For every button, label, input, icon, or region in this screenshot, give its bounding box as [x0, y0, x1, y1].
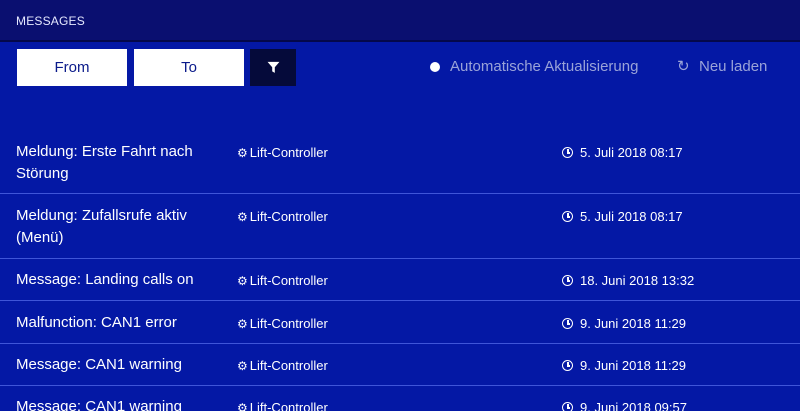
message-time-label: 5. Juli 2018 08:17	[580, 145, 683, 160]
message-row[interactable]: Message: CAN1 warning ⚙ Lift-Controller …	[0, 386, 800, 411]
refresh-icon: ↻	[677, 58, 690, 75]
message-source-label: Lift-Controller	[249, 145, 328, 160]
message-text: Message: CAN1 warning	[16, 356, 182, 373]
message-time-label: 18. Juni 2018 13:32	[580, 273, 695, 288]
clock-icon	[562, 147, 573, 158]
gear-icon: ⚙	[237, 273, 248, 288]
message-source: ⚙ Lift-Controller	[237, 273, 328, 288]
message-row[interactable]: Malfunction: CAN1 error ⚙ Lift-Controlle…	[0, 301, 800, 344]
message-time: 9. Juni 2018 11:29	[562, 316, 686, 331]
auto-refresh-toggle[interactable]: Automatische Aktualisierung	[430, 58, 638, 75]
message-source-label: Lift-Controller	[249, 316, 328, 331]
message-row[interactable]: Message: Landing calls on ⚙ Lift-Control…	[0, 259, 800, 301]
radio-dot-icon	[430, 61, 440, 72]
message-source-label: Lift-Controller	[249, 209, 328, 224]
gear-icon: ⚙	[237, 209, 248, 224]
from-date-button[interactable]: From	[17, 49, 127, 86]
message-source-label: Lift-Controller	[249, 273, 328, 288]
gear-icon: ⚙	[237, 145, 248, 160]
header-bar: MESSAGES	[0, 0, 800, 42]
message-text: Malfunction: CAN1 error	[16, 314, 177, 331]
message-time: 5. Juli 2018 08:17	[562, 145, 683, 160]
clock-icon	[562, 318, 573, 329]
message-list: Meldung: Erste Fahrt nach Störung ⚙ Lift…	[0, 130, 800, 411]
reload-button[interactable]: ↻ Neu laden	[677, 57, 768, 76]
message-row[interactable]: Meldung: Erste Fahrt nach Störung ⚙ Lift…	[0, 130, 800, 194]
to-date-button[interactable]: To	[134, 49, 244, 86]
messages-app: MESSAGES From To Automatische Aktualisie…	[0, 0, 800, 411]
message-time: 5. Juli 2018 08:17	[562, 209, 683, 224]
page-title: MESSAGES	[16, 14, 85, 28]
message-time-label: 5. Juli 2018 08:17	[580, 209, 683, 224]
clock-icon	[562, 211, 573, 222]
message-time-label: 9. Juni 2018 09:57	[580, 400, 687, 411]
auto-refresh-label: Automatische Aktualisierung	[450, 58, 639, 75]
message-text: Message: Landing calls on	[16, 271, 194, 288]
message-row[interactable]: Message: CAN1 warning ⚙ Lift-Controller …	[0, 344, 800, 386]
message-time: 18. Juni 2018 13:32	[562, 273, 694, 288]
message-row[interactable]: Meldung: Zufallsrufe aktiv (Menü) ⚙ Lift…	[0, 194, 800, 259]
message-source: ⚙ Lift-Controller	[237, 145, 328, 160]
filter-button[interactable]	[250, 49, 296, 86]
reload-label: Neu laden	[699, 57, 768, 75]
message-source: ⚙ Lift-Controller	[237, 316, 328, 331]
message-time-label: 9. Juni 2018 11:29	[580, 358, 687, 373]
message-source-label: Lift-Controller	[249, 358, 328, 373]
message-time: 9. Juni 2018 11:29	[562, 358, 686, 373]
message-text: Message: CAN1 warning	[16, 398, 182, 411]
clock-icon	[562, 402, 573, 411]
message-source: ⚙ Lift-Controller	[237, 209, 328, 224]
message-time-label: 9. Juni 2018 11:29	[580, 316, 687, 331]
clock-icon	[562, 275, 573, 286]
message-source: ⚙ Lift-Controller	[237, 400, 328, 411]
message-text: Meldung: Zufallsrufe aktiv (Menü)	[16, 207, 187, 246]
gear-icon: ⚙	[237, 358, 248, 373]
clock-icon	[562, 360, 573, 371]
filter-icon	[267, 61, 279, 73]
message-time: 9. Juni 2018 09:57	[562, 400, 687, 411]
message-source-label: Lift-Controller	[249, 400, 328, 411]
message-source: ⚙ Lift-Controller	[237, 358, 328, 373]
toolbar: From To Automatische Aktualisierung ↻ Ne…	[0, 42, 800, 94]
gear-icon: ⚙	[237, 316, 248, 331]
gear-icon: ⚙	[237, 400, 248, 411]
message-text: Meldung: Erste Fahrt nach Störung	[16, 143, 193, 182]
